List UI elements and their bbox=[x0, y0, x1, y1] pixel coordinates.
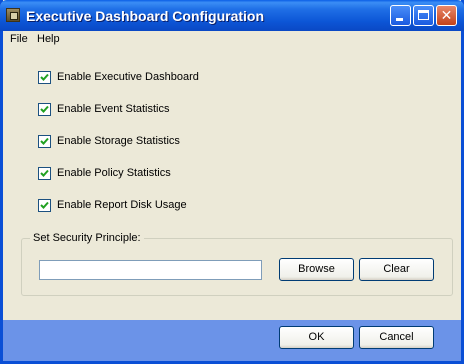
window-title: Executive Dashboard Configuration bbox=[26, 8, 265, 24]
checkbox[interactable] bbox=[38, 135, 51, 148]
check-icon bbox=[40, 105, 49, 113]
dialog-content: Enable Executive Dashboard Enable Event … bbox=[3, 50, 461, 320]
security-principle-input[interactable] bbox=[39, 260, 262, 280]
ok-button[interactable]: OK bbox=[279, 326, 354, 349]
app-icon[interactable] bbox=[6, 8, 20, 22]
close-icon: ✕ bbox=[440, 7, 453, 23]
menu-bar: File Help bbox=[3, 31, 461, 49]
option-label: Enable Storage Statistics bbox=[57, 135, 180, 147]
check-icon bbox=[40, 73, 49, 81]
cancel-button[interactable]: Cancel bbox=[359, 326, 434, 349]
option-label: Enable Event Statistics bbox=[57, 103, 170, 115]
option-label: Enable Policy Statistics bbox=[57, 167, 171, 179]
check-icon bbox=[40, 169, 49, 177]
menu-help[interactable]: Help bbox=[37, 33, 60, 45]
clear-button[interactable]: Clear bbox=[359, 258, 434, 281]
menu-file[interactable]: File bbox=[10, 33, 28, 45]
title-bar[interactable]: Executive Dashboard Configuration ✕ bbox=[0, 0, 464, 31]
checkbox[interactable] bbox=[38, 167, 51, 180]
dialog-window: Executive Dashboard Configuration ✕ File… bbox=[0, 0, 464, 364]
option-label: Enable Executive Dashboard bbox=[57, 71, 199, 83]
checkbox[interactable] bbox=[38, 199, 51, 212]
option-label: Enable Report Disk Usage bbox=[57, 199, 187, 211]
check-icon bbox=[40, 137, 49, 145]
maximize-button[interactable] bbox=[413, 5, 434, 26]
close-button[interactable]: ✕ bbox=[436, 5, 457, 26]
security-principle-label: Set Security Principle: bbox=[30, 232, 144, 244]
minimize-button[interactable] bbox=[390, 5, 411, 26]
browse-button[interactable]: Browse bbox=[279, 258, 354, 281]
check-icon bbox=[40, 201, 49, 209]
checkbox[interactable] bbox=[38, 71, 51, 84]
checkbox[interactable] bbox=[38, 103, 51, 116]
